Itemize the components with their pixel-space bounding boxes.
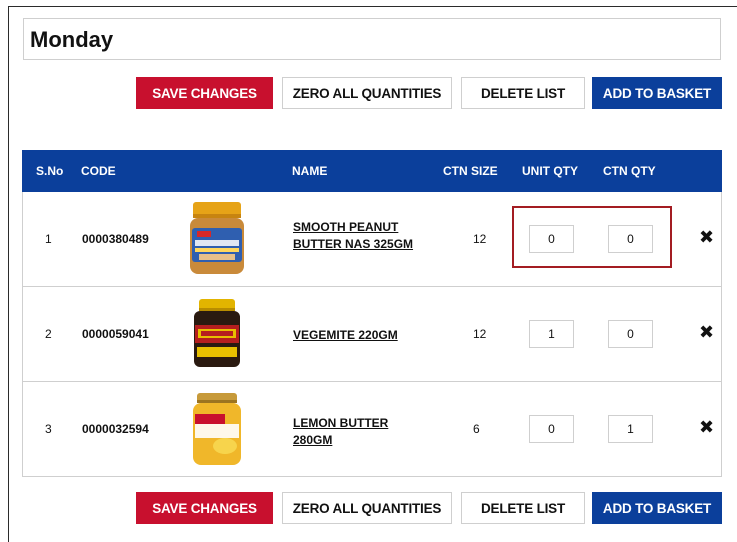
table-header: S.No CODE NAME CTN SIZE UNIT QTY CTN QTY [22,150,722,192]
header-ctn-qty: CTN QTY [603,164,656,178]
top-actions: SAVE CHANGES ZERO ALL QUANTITIES DELETE … [0,77,737,109]
header-ctn-size: CTN SIZE [443,164,498,178]
row-sno: 3 [45,422,52,436]
table-row: 3 0000032594 LEMON BUTTER 280GM 6 ✖ [22,382,722,477]
ctn-qty-input[interactable] [608,320,653,348]
save-changes-button[interactable]: SAVE CHANGES [136,492,273,524]
header-sno: S.No [36,164,64,178]
product-table: S.No CODE NAME CTN SIZE UNIT QTY CTN QTY… [22,150,722,477]
row-code: 0000059041 [82,327,149,341]
table-row: 1 0000380489 SMOOTH PEANUT BUTTER NAS 32… [22,192,722,287]
product-link[interactable]: SMOOTH PEANUT BUTTER NAS 325GM [293,219,423,253]
add-to-basket-button[interactable]: ADD TO BASKET [592,492,722,524]
product-link[interactable]: LEMON BUTTER 280GM [293,415,423,449]
delete-list-button[interactable]: DELETE LIST [461,492,585,524]
peanut-butter-jar-image[interactable] [185,200,249,278]
row-ctn-size: 12 [473,327,487,341]
bottom-actions: SAVE CHANGES ZERO ALL QUANTITIES DELETE … [0,492,737,524]
unit-qty-input[interactable] [529,225,574,253]
lemon-butter-jar-image[interactable] [185,390,249,468]
delete-list-button[interactable]: DELETE LIST [461,77,585,109]
zero-all-quantities-button[interactable]: ZERO ALL QUANTITIES [282,77,452,109]
row-sno: 1 [45,232,52,246]
unit-qty-input[interactable] [529,415,574,443]
list-title: Monday [23,18,721,60]
delete-row-icon[interactable]: ✖ [699,417,714,438]
row-ctn-size: 12 [473,232,487,246]
add-to-basket-button[interactable]: ADD TO BASKET [592,77,722,109]
ctn-qty-input[interactable] [608,225,653,253]
product-link[interactable]: VEGEMITE 220GM [293,327,423,344]
zero-all-quantities-button[interactable]: ZERO ALL QUANTITIES [282,492,452,524]
save-changes-button[interactable]: SAVE CHANGES [136,77,273,109]
table-row: 2 0000059041 VEGEMITE 220GM 12 ✖ [22,287,722,382]
delete-row-icon[interactable]: ✖ [699,227,714,248]
delete-row-icon[interactable]: ✖ [699,322,714,343]
unit-qty-input[interactable] [529,320,574,348]
header-unit-qty: UNIT QTY [522,164,578,178]
header-code: CODE [81,164,116,178]
row-code: 0000032594 [82,422,149,436]
header-name: NAME [292,164,328,178]
row-ctn-size: 6 [473,422,480,436]
row-sno: 2 [45,327,52,341]
vegemite-jar-image[interactable] [185,295,249,373]
ctn-qty-input[interactable] [608,415,653,443]
row-code: 0000380489 [82,232,149,246]
